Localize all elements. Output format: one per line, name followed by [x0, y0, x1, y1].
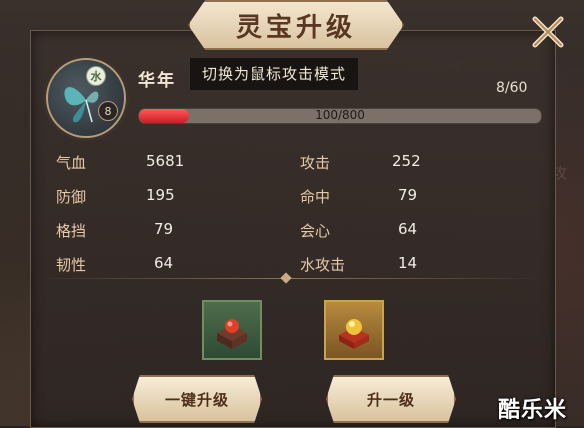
- red-orb-box-icon: [217, 319, 247, 349]
- stat-label: 水攻击: [300, 256, 346, 274]
- stat-value: 64: [398, 220, 418, 238]
- stat-label: 韧性: [56, 256, 87, 274]
- pet-name: 华年: [138, 71, 176, 91]
- stat-value: 64: [154, 254, 174, 272]
- stat-label: 气血: [56, 154, 87, 172]
- stat-value: 252: [392, 152, 421, 170]
- element-badge: 水: [86, 66, 106, 86]
- material-slot-gold-orb[interactable]: [324, 300, 384, 360]
- upgrade-count: 8/60: [496, 80, 528, 96]
- panel-title: 灵宝升级: [235, 12, 356, 43]
- exp-progress-text: 100/800: [315, 108, 365, 122]
- stat-value: 5681: [146, 152, 185, 170]
- close-x-icon: [532, 16, 564, 48]
- section-divider: [38, 278, 546, 279]
- stat-label: 格挡: [56, 222, 87, 240]
- mode-tooltip: 切换为鼠标攻击模式: [190, 58, 359, 90]
- material-slot-red-orb[interactable]: [202, 300, 262, 360]
- stat-label: 会心: [300, 222, 331, 240]
- stat-value: 14: [398, 254, 418, 272]
- stat-value: 195: [146, 186, 175, 204]
- one-click-upgrade-button[interactable]: 一键升级: [132, 375, 262, 423]
- pet-level-badge: 8: [98, 101, 118, 121]
- close-button[interactable]: [526, 12, 570, 52]
- stat-label: 防御: [56, 188, 87, 206]
- gold-orb-box-icon: [339, 319, 369, 349]
- stat-label: 攻击: [300, 154, 331, 172]
- exp-progress-bar: 100/800: [138, 108, 542, 124]
- stat-value: 79: [154, 220, 174, 238]
- stat-label: 命中: [300, 188, 331, 206]
- site-watermark: 酷乐米: [498, 398, 568, 423]
- panel-title-plate: 灵宝升级: [188, 0, 404, 50]
- upgrade-one-level-button[interactable]: 升一级: [326, 375, 456, 423]
- stat-value: 79: [398, 186, 418, 204]
- pet-avatar[interactable]: [46, 58, 126, 138]
